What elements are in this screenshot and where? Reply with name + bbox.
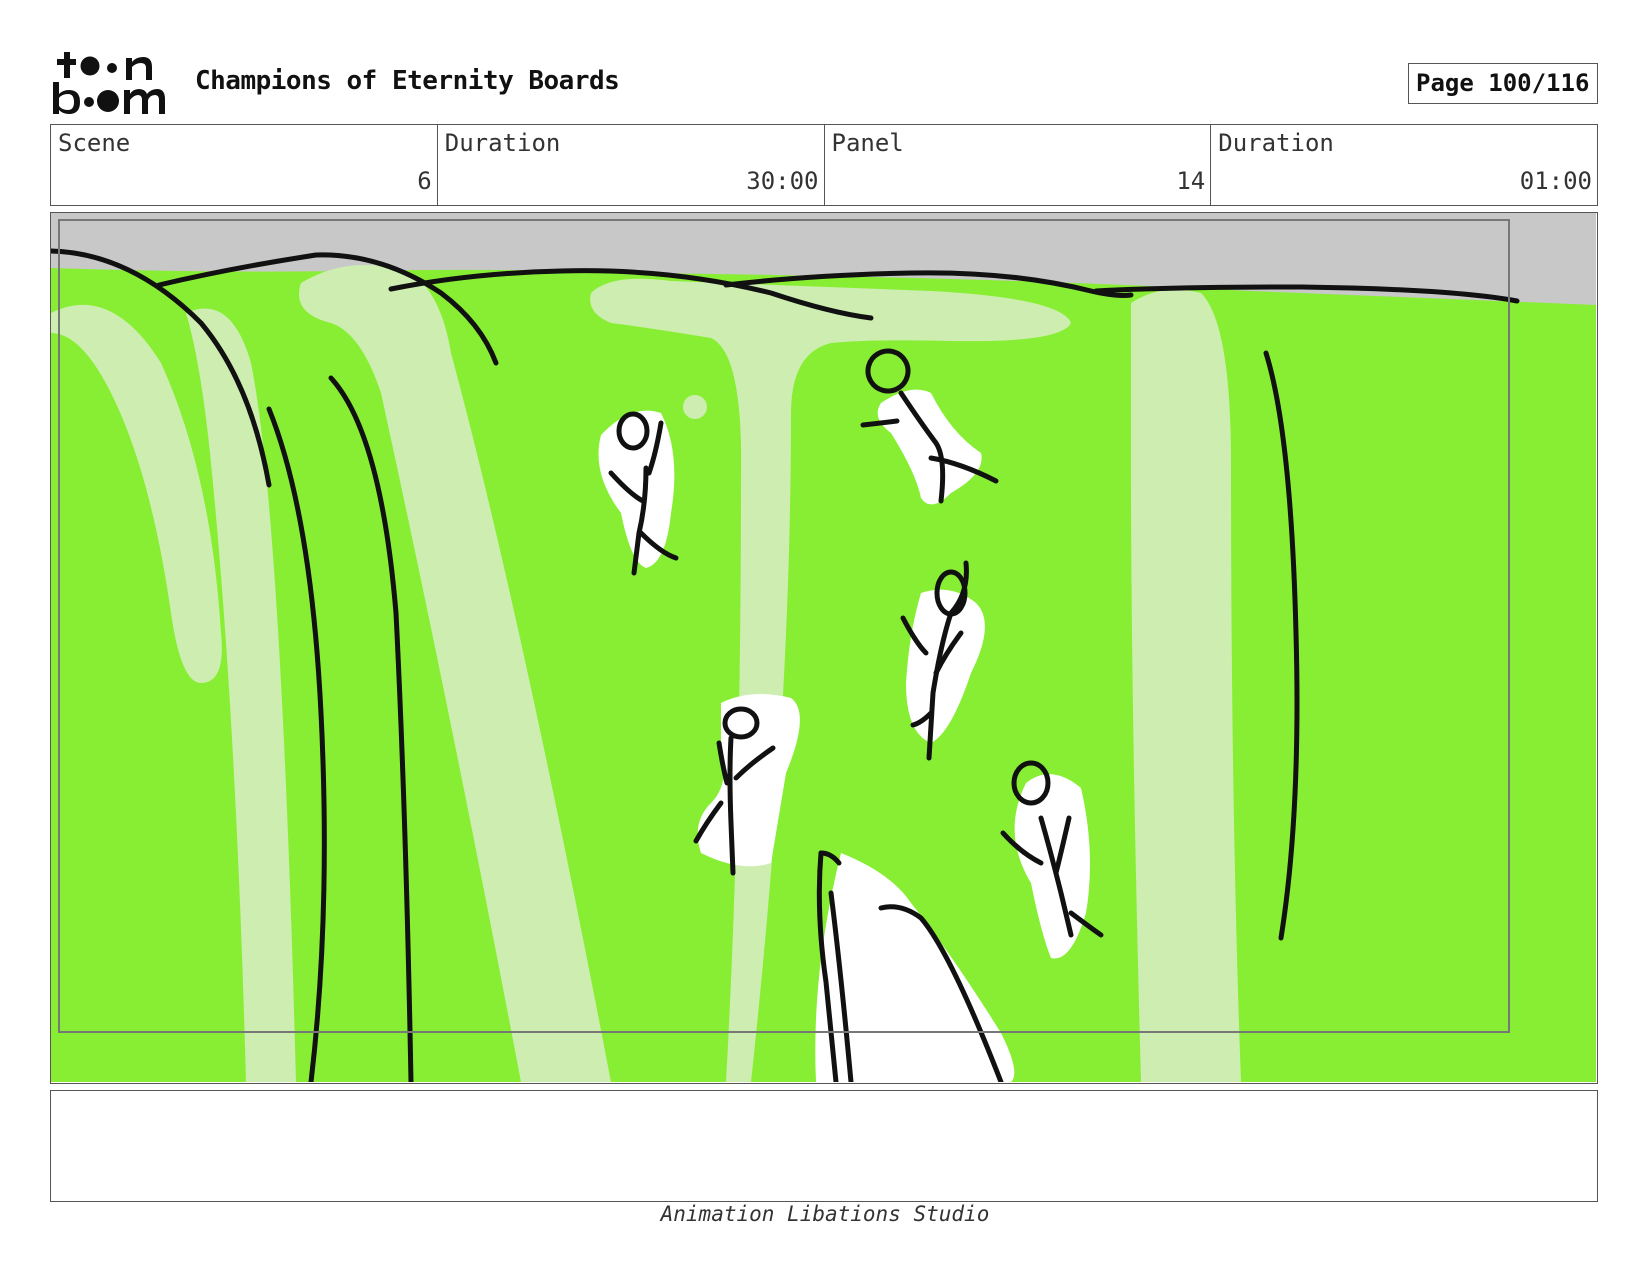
scene-value: 6 bbox=[417, 167, 432, 195]
page-indicator: Page 100/116 bbox=[1408, 63, 1598, 104]
panel-duration-value: 01:00 bbox=[1519, 167, 1592, 195]
panel-value: 14 bbox=[1176, 167, 1206, 195]
studio-name: Animation Libations Studio bbox=[660, 1202, 990, 1226]
scene-cell: Scene 6 bbox=[51, 125, 438, 205]
panel-duration-cell: Duration 01:00 bbox=[1211, 125, 1597, 205]
panel-label: Panel bbox=[831, 129, 904, 157]
panel-duration-label: Duration bbox=[1218, 129, 1334, 157]
notes-box[interactable] bbox=[50, 1090, 1598, 1202]
panel-info-row: Scene 6 Duration 30:00 Panel 14 Duration… bbox=[50, 124, 1598, 206]
scene-duration-label: Duration bbox=[444, 129, 561, 157]
toon-boom-logo bbox=[53, 52, 165, 114]
scene-duration-value: 30:00 bbox=[746, 167, 819, 195]
panel-cell: Panel 14 bbox=[825, 125, 1212, 205]
scene-label: Scene bbox=[58, 129, 131, 157]
project-title: Champions of Eternity Boards bbox=[195, 66, 620, 96]
scene-duration-cell: Duration 30:00 bbox=[438, 125, 825, 205]
storyboard-panel bbox=[50, 212, 1598, 1084]
waterfall-drawing bbox=[51, 213, 1596, 1082]
